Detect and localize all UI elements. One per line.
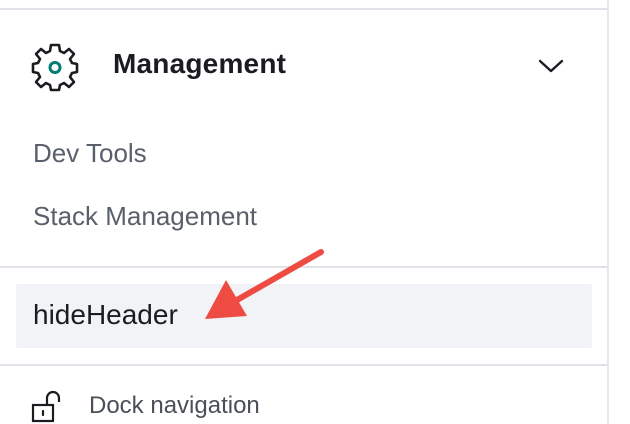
management-group-title: Management xyxy=(113,48,287,79)
gear-icon xyxy=(31,43,79,92)
divider xyxy=(0,364,607,366)
dock-navigation-label: Dock navigation xyxy=(89,392,260,419)
divider xyxy=(0,8,607,10)
dock-navigation-button[interactable]: Dock navigation xyxy=(0,378,607,424)
nav-link-stack-management[interactable]: Stack Management xyxy=(33,201,257,232)
nav-link-dev-tools[interactable]: Dev Tools xyxy=(33,138,147,169)
hide-header-label: hideHeader xyxy=(33,299,178,330)
lock-open-icon xyxy=(31,390,61,423)
panel-border xyxy=(607,0,609,424)
management-group-toggle[interactable]: Management xyxy=(0,30,607,102)
annotation-arrow xyxy=(205,249,324,319)
side-nav-panel: Management Dev Tools Stack Management hi… xyxy=(0,0,630,424)
chevron-down-icon[interactable] xyxy=(536,54,566,76)
